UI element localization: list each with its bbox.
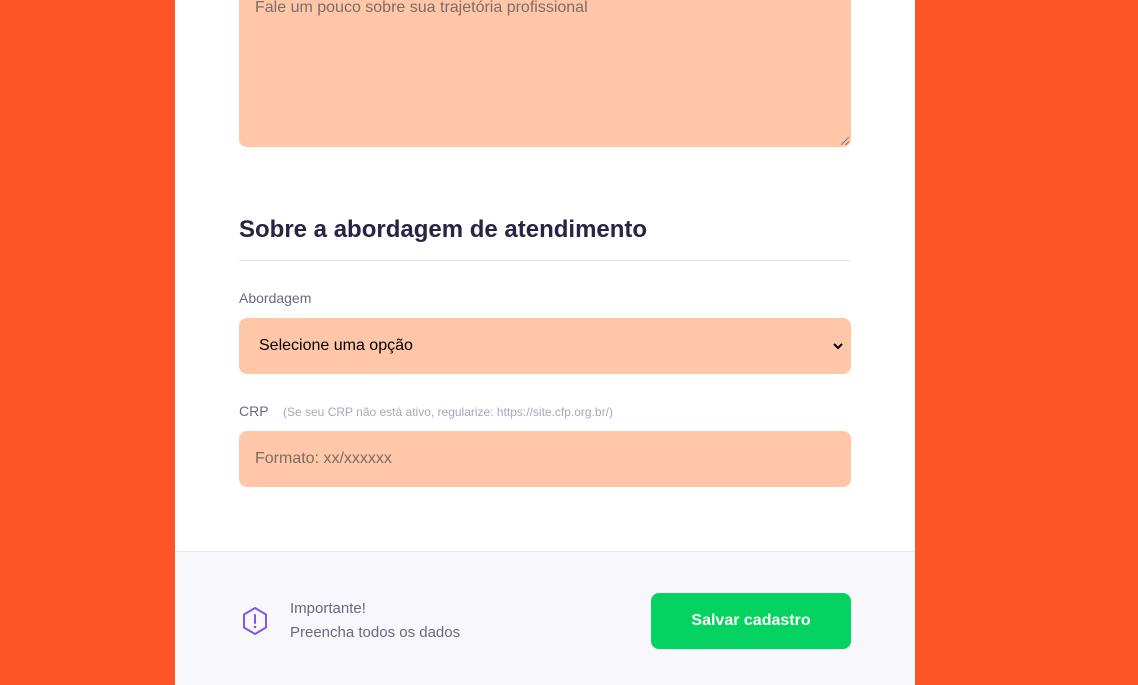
section-title: Sobre a abordagem de atendimento: [239, 216, 648, 243]
crp-input[interactable]: Formato: xx/xxxxxx: [239, 431, 851, 487]
abordagem-label: Abordagem: [239, 290, 312, 306]
form-footer: Importante! Preencha todos os dados Salv…: [175, 551, 915, 685]
warning-icon: [239, 605, 271, 637]
abordagem-select[interactable]: Selecione uma opção: [239, 318, 851, 374]
bio-placeholder: Fale um pouco sobre sua trajetória profi…: [255, 0, 588, 16]
crp-label: CRP: [239, 403, 269, 419]
crp-placeholder: Formato: xx/xxxxxx: [255, 450, 392, 467]
abordagem-selected-value: Selecione uma opção: [259, 337, 413, 354]
form-card: Fale um pouco sobre sua trajetória profi…: [175, 0, 915, 685]
section-divider: [239, 260, 851, 261]
warning-text: Preencha todos os dados: [290, 624, 461, 641]
chevron-down-icon: [833, 341, 843, 351]
save-button[interactable]: Salvar cadastro: [651, 593, 851, 649]
crp-hint: (Se seu CRP não está ativo, regularize: …: [283, 405, 613, 419]
warning-title: Importante!: [290, 600, 366, 617]
bio-textarea[interactable]: Fale um pouco sobre sua trajetória profi…: [239, 0, 851, 147]
resize-handle-icon[interactable]: [841, 137, 849, 145]
